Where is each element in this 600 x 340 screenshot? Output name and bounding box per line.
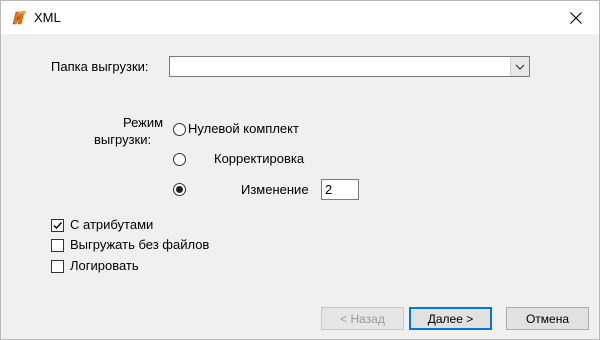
checkbox-without-files[interactable] (51, 239, 64, 252)
title-bar: XML (1, 1, 599, 34)
cancel-button[interactable]: Отмена (506, 307, 589, 330)
back-button[interactable]: < Назад (321, 307, 404, 330)
checkbox-with-attributes[interactable] (51, 219, 64, 232)
folder-dropdown-button[interactable] (510, 57, 529, 76)
radio-change-label[interactable]: Изменение (241, 182, 309, 197)
checkbox-logging[interactable] (51, 260, 64, 273)
close-icon (570, 11, 582, 24)
window-title: XML (34, 10, 61, 25)
checkbox-with-attributes-label[interactable]: С атрибутами (70, 217, 153, 232)
change-number-input[interactable] (321, 179, 359, 200)
mode-label-line2: выгрузки: (94, 132, 152, 147)
chevron-down-icon (515, 64, 525, 70)
radio-change[interactable] (173, 183, 186, 196)
xml-dialog: XML Папка выгрузки: Режим выгрузки: Нуле… (0, 0, 600, 340)
folder-combobox[interactable] (169, 56, 530, 77)
radio-zero-set-label[interactable]: Нулевой комплект (188, 121, 299, 136)
radio-correction[interactable] (173, 153, 186, 166)
checkmark-icon (53, 222, 63, 230)
radio-correction-label[interactable]: Корректировка (214, 151, 304, 166)
checkbox-without-files-label[interactable]: Выгружать без файлов (70, 237, 209, 252)
folder-label: Папка выгрузки: (51, 59, 149, 74)
app-icon (10, 9, 28, 27)
mode-label-line1: Режим (123, 115, 164, 130)
checkbox-logging-label[interactable]: Логировать (70, 258, 139, 273)
radio-selected-dot (176, 186, 183, 193)
close-button[interactable] (553, 1, 599, 34)
radio-zero-set[interactable] (173, 123, 186, 136)
next-button[interactable]: Далее > (409, 307, 492, 330)
